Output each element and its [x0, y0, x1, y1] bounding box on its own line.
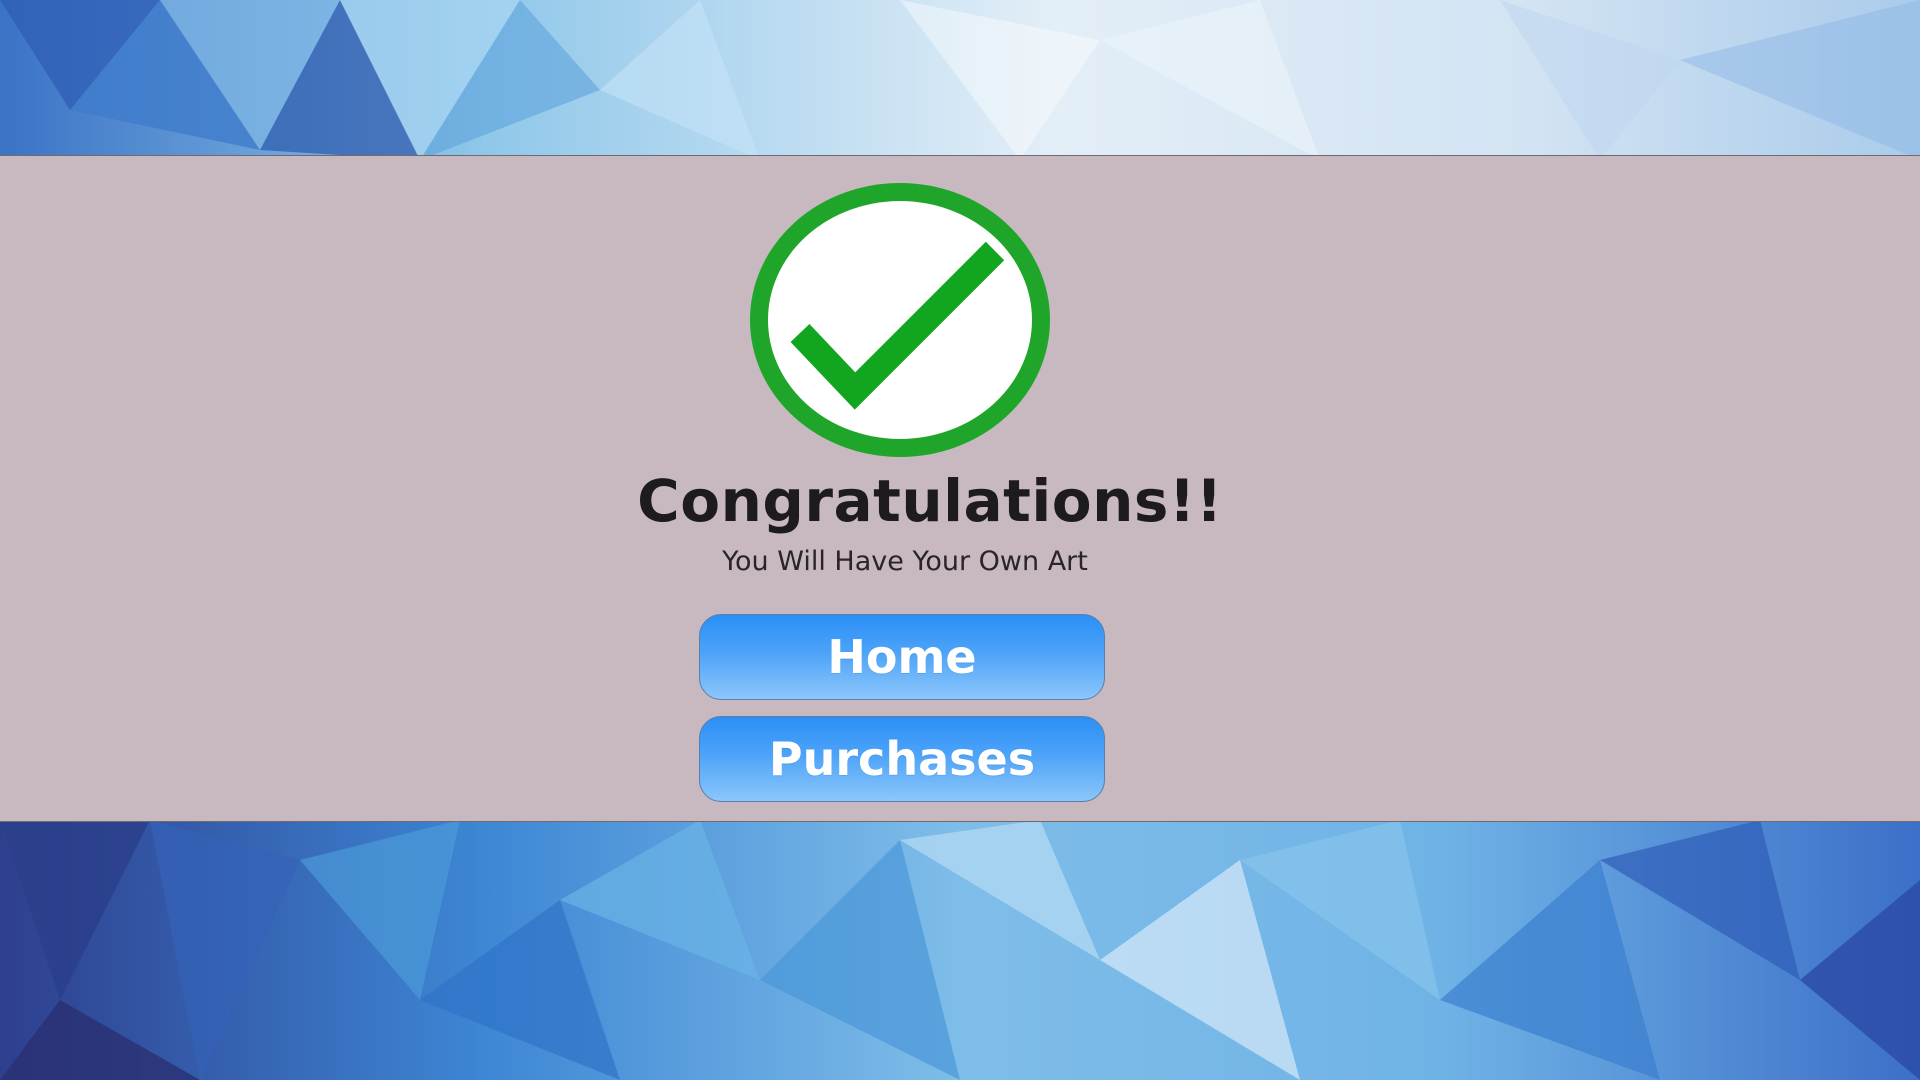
check-circle-icon [750, 183, 1050, 457]
confirmation-subtitle: You Will Have Your Own Art [722, 546, 1088, 577]
home-button[interactable]: Home [699, 614, 1105, 700]
congratulations-title: Congratulations!! [637, 467, 1223, 535]
purchases-button[interactable]: Purchases [699, 716, 1105, 802]
